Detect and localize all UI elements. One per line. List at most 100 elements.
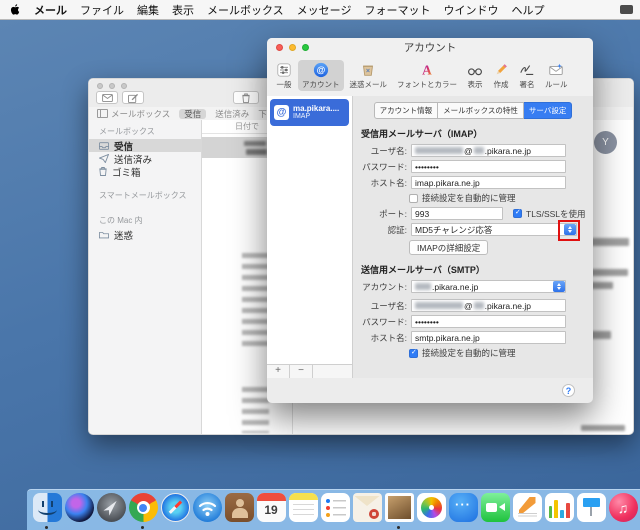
menubar-status-icon[interactable] <box>620 5 633 14</box>
toolbar-signatures[interactable]: 署名 <box>515 60 539 91</box>
remove-account-button[interactable]: − <box>290 365 313 378</box>
dock-facetime-icon[interactable] <box>480 493 510 530</box>
dock-safari-icon[interactable] <box>160 493 190 530</box>
dock-itunes-icon[interactable]: ♫ <box>608 493 638 530</box>
dock-calendar-icon[interactable]: 19 <box>256 493 286 530</box>
apple-menu-icon[interactable] <box>10 3 21 16</box>
sidebar-item-junk[interactable]: 迷惑 <box>89 228 201 241</box>
menu-message[interactable]: メッセージ <box>297 2 352 18</box>
dock-keynote-icon[interactable] <box>576 493 606 530</box>
dock-chrome-icon[interactable] <box>128 493 158 530</box>
toolbar-rules[interactable]: ルール <box>541 60 572 91</box>
redacted-username <box>415 302 463 309</box>
running-indicator <box>397 526 400 529</box>
dock-messages-icon[interactable] <box>448 493 478 530</box>
dialog-titlebar[interactable]: アカウント <box>267 38 593 58</box>
toolbar-composing[interactable]: 作成 <box>489 60 513 91</box>
smtp-password-field[interactable]: •••••••• <box>411 315 566 328</box>
mailbox-sidebar: メールボックス 受信 送信済み ゴミ箱 スマートメールボックス この Mac 内 <box>89 120 202 434</box>
smtp-auto-manage-checkbox[interactable] <box>409 349 418 358</box>
dock-launchpad-icon[interactable] <box>96 493 126 530</box>
imap-advanced-button[interactable]: IMAPの詳細設定 <box>409 240 488 255</box>
zoom-button[interactable] <box>302 44 309 51</box>
imap-host-field[interactable]: imap.pikara.ne.jp <box>411 176 566 189</box>
menu-mailbox[interactable]: メールボックス <box>207 2 284 18</box>
redacted-text <box>244 141 266 146</box>
dock-finder-icon[interactable] <box>32 493 62 530</box>
smtp-account-label: アカウント: <box>355 281 411 293</box>
dock-mail-seal-icon[interactable] <box>352 493 382 530</box>
dock-reminders-icon[interactable] <box>320 493 350 530</box>
auth-dropdown[interactable]: MD5チャレンジ応答 <box>411 223 577 236</box>
dock-siri-icon[interactable] <box>64 493 94 530</box>
mailboxes-toggle[interactable]: メールボックス <box>97 108 170 120</box>
close-button[interactable] <box>276 44 283 51</box>
imap-password-field[interactable]: •••••••• <box>411 160 566 173</box>
imap-section-heading: 受信用メールサーバ（IMAP） <box>361 127 593 140</box>
dock-numbers-icon[interactable] <box>544 493 574 530</box>
help-button[interactable]: ? <box>562 384 575 397</box>
menu-mail[interactable]: メール <box>34 2 67 18</box>
imap-user-label: ユーザ名: <box>355 145 411 157</box>
sidebar-toggle-icon <box>97 109 108 118</box>
smtp-user-field[interactable]: @ .pikara.ne.jp <box>411 299 566 312</box>
smtp-account-dropdown[interactable]: .pikara.ne.jp <box>411 280 566 293</box>
add-account-button[interactable]: + <box>267 365 290 378</box>
redacted-account <box>415 283 431 290</box>
tls-checkbox[interactable] <box>513 209 522 218</box>
tls-label: TLS/SSLを使用 <box>526 208 586 220</box>
running-indicator <box>45 526 48 529</box>
dialog-body: @ ma.pikara.... IMAP + − アカウント情報 メールボックス… <box>267 96 593 378</box>
imap-user-field[interactable]: @ .pikara.ne.jp <box>411 144 566 157</box>
toolbar-viewing[interactable]: 表示 <box>463 60 487 91</box>
imap-auth-label: 認証: <box>355 224 411 236</box>
desktop: メール ファイル 編集 表示 メールボックス メッセージ フォーマット ウインド… <box>0 0 640 530</box>
dock-pages-icon[interactable] <box>512 493 542 530</box>
toolbar-fonts[interactable]: A フォントとカラー <box>393 60 461 91</box>
sidebar-header-mailboxes: メールボックス <box>89 120 201 139</box>
dock-airport-icon[interactable] <box>192 493 222 530</box>
tab-server-settings[interactable]: サーバ設定 <box>524 102 572 119</box>
dock-contacts-icon[interactable] <box>224 493 254 530</box>
window-controls <box>276 44 309 51</box>
redacted-subdomain <box>474 302 484 309</box>
toolbar-junk[interactable]: × 迷惑メール <box>346 60 392 91</box>
trash-button[interactable] <box>233 91 259 104</box>
favorite-inbox[interactable]: 受信 <box>179 109 206 119</box>
menu-format[interactable]: フォーマット <box>364 2 430 18</box>
tab-mailbox-behaviors[interactable]: メールボックスの特性 <box>438 102 524 119</box>
smtp-host-label: ホスト名: <box>355 332 411 344</box>
dock-mail-icon[interactable] <box>384 493 414 530</box>
menu-window[interactable]: ウインドウ <box>443 2 498 18</box>
toolbar-accounts[interactable]: @ アカウント <box>298 60 344 91</box>
imap-port-field[interactable]: 993 <box>411 207 503 220</box>
dock-notes-icon[interactable] <box>288 493 318 530</box>
sidebar-item-trash[interactable]: ゴミ箱 <box>89 165 201 178</box>
menu-bar: メール ファイル 編集 表示 メールボックス メッセージ フォーマット ウインド… <box>0 0 640 20</box>
window-controls-inactive[interactable] <box>97 83 127 89</box>
imap-auto-manage-checkbox[interactable] <box>409 194 418 203</box>
dock-photos-icon[interactable] <box>416 493 446 530</box>
account-list-panel: @ ma.pikara.... IMAP + − <box>267 96 353 378</box>
menu-file[interactable]: ファイル <box>80 2 124 18</box>
sidebar-item-inbox[interactable]: 受信 <box>89 139 201 152</box>
redacted-subdomain <box>474 147 484 154</box>
account-row-selected[interactable]: @ ma.pikara.... IMAP <box>270 99 349 126</box>
menu-help[interactable]: ヘルプ <box>511 2 544 18</box>
tab-account-info[interactable]: アカウント情報 <box>374 102 439 119</box>
dock: 19 ♫ <box>27 489 640 530</box>
favorite-sent[interactable]: 送信済み <box>215 108 249 120</box>
compose-button[interactable] <box>122 91 144 104</box>
menu-view[interactable]: 表示 <box>172 2 194 18</box>
minimize-button[interactable] <box>289 44 296 51</box>
menu-edit[interactable]: 編集 <box>137 2 159 18</box>
sidebar-item-sent[interactable]: 送信済み <box>89 152 201 165</box>
get-mail-button[interactable] <box>96 91 118 104</box>
toolbar-general[interactable]: 一般 <box>272 60 296 91</box>
svg-text:A: A <box>422 62 432 77</box>
dropdown-stepper-icon[interactable] <box>553 281 565 292</box>
account-protocol: IMAP <box>293 113 339 121</box>
smtp-user-label: ユーザ名: <box>355 300 411 312</box>
smtp-auto-manage-label: 接続設定を自動的に管理 <box>422 347 516 359</box>
smtp-host-field[interactable]: smtp.pikara.ne.jp <box>411 331 566 344</box>
